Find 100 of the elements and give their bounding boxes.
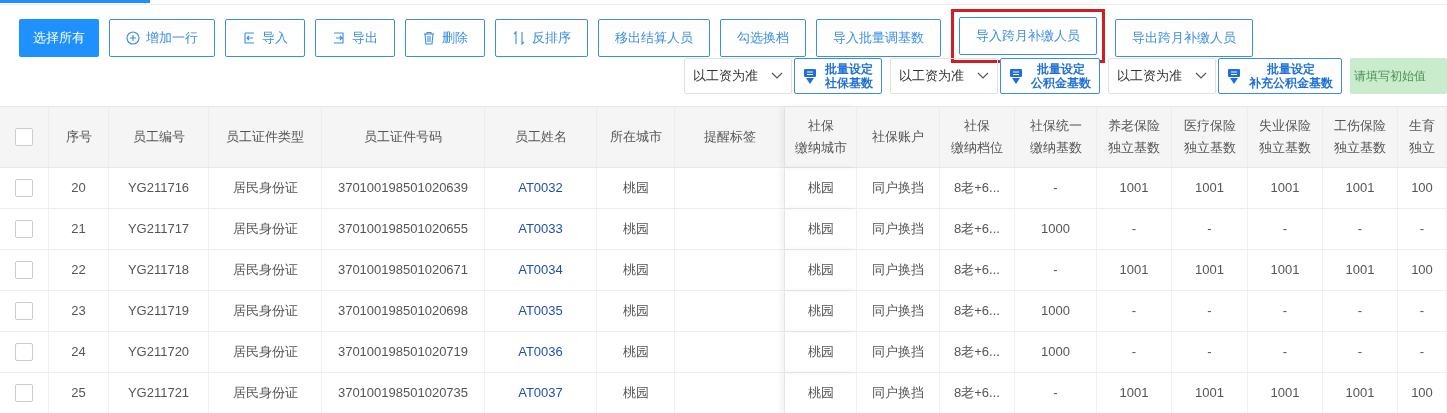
table-cell-text: 1001 — [1345, 261, 1375, 280]
column-header: 社保 缴纳档位 — [940, 107, 1015, 167]
table-cell-text: 370100198501020719 — [337, 343, 469, 362]
column-header: 工伤保险 独立基数 — [1323, 107, 1398, 167]
column-header: 生育 独立 — [1398, 107, 1447, 167]
table-cell-text: 1001 — [1270, 384, 1300, 403]
employee-name-link[interactable]: AT0035 — [518, 301, 563, 321]
table-cell-text: YG211716 — [127, 179, 190, 198]
toolbar-button[interactable]: 勾选换档 — [720, 19, 806, 57]
active-tab-indicator[interactable] — [0, 0, 150, 3]
table-cell-text: 1001 — [1345, 384, 1375, 403]
table-cell-text: 居民身份证 — [232, 343, 298, 362]
button-label: 补充公积金基数 — [1249, 76, 1333, 90]
chevron-down-icon — [771, 72, 783, 80]
button-label: 批量设定 — [825, 62, 873, 76]
table-cell-text: - — [1357, 302, 1363, 321]
plus-circle-icon — [126, 31, 140, 45]
toolbar-button[interactable]: 移出结算人员 — [598, 19, 710, 57]
table-cell-text: 1001 — [1119, 384, 1149, 403]
column-header: 员工姓名 — [485, 107, 597, 167]
column-header: 员工证件号码 — [322, 107, 485, 167]
table-cell-text: 1001 — [1195, 179, 1224, 198]
table-cell-text: - — [1053, 179, 1058, 198]
batch-set-button[interactable]: 批量设定 公积金基数 — [1000, 58, 1100, 94]
table-cell-text: 桃园 — [622, 261, 649, 280]
table-cell-text: 1000 — [1041, 220, 1070, 239]
table-cell-text: - — [1207, 343, 1212, 362]
table-cell-text: - — [1357, 343, 1363, 362]
row-checkbox[interactable] — [15, 220, 33, 238]
table-cell-text: 8老+6... — [954, 302, 1000, 321]
table-cell-text: 8老+6... — [954, 179, 1000, 198]
table-cell-text: 同户换挡 — [872, 179, 924, 198]
table-cell-text: 23 — [71, 302, 86, 321]
toolbar-button[interactable]: 导入跨月补缴人员 — [959, 17, 1097, 55]
download-icon — [1009, 67, 1023, 85]
employee-name-link[interactable]: AT0034 — [518, 260, 563, 280]
column-header: 所在城市 — [597, 107, 675, 167]
table-cell-text: - — [1419, 220, 1425, 239]
export-icon — [332, 31, 346, 45]
table-cell-text: - — [1131, 220, 1137, 239]
table-cell-text: 桃园 — [807, 220, 834, 239]
table-cell-text: 370100198501020698 — [337, 302, 469, 321]
table-cell-text: - — [1131, 343, 1137, 362]
table-cell-text: 桃园 — [622, 343, 649, 362]
basis-select[interactable]: 以工资为准 — [1108, 58, 1216, 94]
table-cell-text: 1001 — [1270, 179, 1300, 198]
table-cell-text: 22 — [71, 261, 86, 280]
column-header: 员工编号 — [109, 107, 209, 167]
table-cell-text: 8老+6... — [954, 220, 1000, 239]
table-cell-text: 1001 — [1119, 179, 1149, 198]
employee-name-link[interactable]: AT0036 — [518, 342, 563, 362]
column-header: 员工证件类型 — [209, 107, 322, 167]
basis-select[interactable]: 以工资为准 — [684, 58, 792, 94]
batch-set-button[interactable]: 批量设定 社保基数 — [794, 58, 882, 94]
table-cell-text: - — [1207, 302, 1212, 321]
import-icon — [242, 31, 256, 45]
toolbar-button[interactable]: 导入 — [225, 19, 305, 57]
toolbar-button[interactable]: 增加一行 — [109, 19, 215, 57]
toolbar-button[interactable]: 导出 — [315, 19, 395, 57]
table-cell-text: 1000 — [1041, 343, 1070, 362]
table-cell-text: - — [1053, 384, 1058, 403]
table-cell-text: 同户换挡 — [872, 220, 924, 239]
toolbar-button[interactable]: 删除 — [405, 19, 485, 57]
column-header: 医疗保险 独立基数 — [1172, 107, 1248, 167]
employee-name-link[interactable]: AT0032 — [518, 178, 563, 198]
table-cell-text: YG211721 — [127, 384, 190, 403]
row-checkbox[interactable] — [15, 384, 33, 402]
toolbar-button[interactable]: 导入批量调基数 — [816, 19, 941, 57]
row-checkbox[interactable] — [15, 261, 33, 279]
row-checkbox[interactable] — [15, 302, 33, 320]
table-cell-text: 桃园 — [622, 179, 649, 198]
select-all-checkbox[interactable] — [15, 128, 33, 146]
table-cell-text: 桃园 — [807, 384, 834, 403]
table-cell-text: 370100198501020655 — [337, 220, 469, 239]
table-cell-text: - — [1282, 343, 1288, 362]
table-cell-text: 1001 — [1195, 384, 1224, 403]
table-cell-text: 8老+6... — [954, 343, 1000, 362]
employee-name-link[interactable]: AT0033 — [518, 219, 563, 239]
trash-icon — [422, 31, 436, 45]
button-label: 批量设定 — [1036, 62, 1086, 76]
table-cell-text: 桃园 — [807, 261, 834, 280]
table-cell-text: 桃园 — [622, 384, 649, 403]
table-cell-text: YG211720 — [127, 343, 190, 362]
toolbar-button[interactable]: 反排序 — [495, 19, 588, 57]
table-cell-text: - — [1207, 220, 1212, 239]
download-icon — [1227, 67, 1241, 85]
table-cell-text: - — [1357, 220, 1363, 239]
toolbar-button[interactable]: 导出跨月补缴人员 — [1115, 19, 1253, 57]
table-cell-text: 居民身份证 — [232, 261, 298, 280]
row-checkbox[interactable] — [15, 179, 33, 197]
batch-set-button[interactable]: 批量设定 补充公积金基数 — [1218, 58, 1342, 94]
table-cell-text: 同户换挡 — [872, 384, 924, 403]
row-checkbox[interactable] — [15, 343, 33, 361]
toolbar-button[interactable]: 选择所有 — [19, 19, 99, 57]
table-cell-text: YG211718 — [127, 261, 190, 280]
employee-name-link[interactable]: AT0037 — [518, 383, 563, 403]
table-cell-text: 370100198501020735 — [337, 384, 469, 403]
basis-select[interactable]: 以工资为准 — [890, 58, 998, 94]
sort-icon — [512, 31, 526, 45]
column-header: 提醒标签 — [675, 107, 785, 167]
